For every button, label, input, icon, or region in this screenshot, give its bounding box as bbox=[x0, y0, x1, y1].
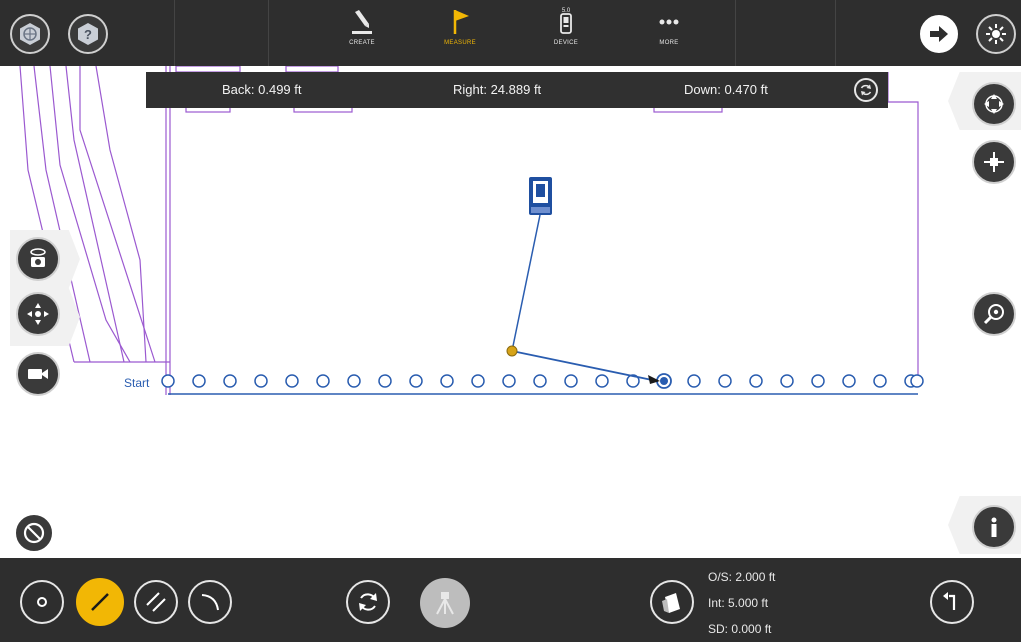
camera-button[interactable] bbox=[16, 237, 60, 281]
arc-icon bbox=[201, 594, 219, 611]
boundary-lines bbox=[19, 66, 919, 395]
return-arrow-icon bbox=[943, 592, 956, 610]
pencil-icon bbox=[352, 10, 372, 34]
stake-distance-value: SD: 0.000 ft bbox=[708, 622, 772, 636]
instrument-line bbox=[511, 214, 541, 352]
move-arrows-icon bbox=[984, 94, 1004, 114]
info-button[interactable] bbox=[972, 505, 1016, 549]
return-button[interactable] bbox=[930, 580, 974, 624]
refresh-icon bbox=[860, 84, 872, 96]
selected-station-dot bbox=[660, 377, 668, 385]
pan-button[interactable] bbox=[16, 292, 60, 336]
nav-more-label: MORE bbox=[659, 40, 679, 46]
offset-os-value: O/S: 2.000 ft bbox=[708, 570, 776, 584]
globe-icon bbox=[20, 23, 40, 45]
map-canvas[interactable] bbox=[0, 66, 1021, 558]
svg-text:?: ? bbox=[84, 27, 92, 42]
divider bbox=[174, 0, 175, 66]
info-icon bbox=[991, 517, 997, 537]
instrument-view-button[interactable] bbox=[420, 578, 470, 628]
globe-button[interactable] bbox=[10, 14, 50, 54]
arrow-right-icon bbox=[930, 26, 948, 42]
current-position-marker bbox=[506, 345, 518, 357]
offset-settings-button[interactable] bbox=[650, 580, 694, 624]
nav-device[interactable]: 5.0 DEVICE bbox=[531, 6, 601, 62]
nav-create-label: CREATE bbox=[349, 40, 375, 46]
point-mode-button[interactable] bbox=[20, 580, 64, 624]
prohibited-icon bbox=[23, 522, 45, 544]
zoom-button[interactable] bbox=[972, 292, 1016, 336]
help-icon: ? bbox=[78, 23, 98, 45]
offset-down: Down: 0.470 ft bbox=[684, 82, 768, 97]
top-toolbar: ? CREATE MEASURE 5.0 DEVICE MORE bbox=[0, 0, 1021, 66]
refresh-offset-button[interactable] bbox=[854, 78, 878, 102]
navigation-line bbox=[511, 350, 653, 381]
parallel-line-mode-button[interactable] bbox=[134, 580, 178, 624]
start-label: Start bbox=[124, 376, 150, 390]
brightness-button[interactable] bbox=[976, 14, 1016, 54]
nav-device-label: DEVICE bbox=[553, 40, 579, 46]
offset-back: Back: 0.499 ft bbox=[222, 82, 302, 97]
forward-button[interactable] bbox=[920, 15, 958, 53]
more-dots-icon bbox=[659, 19, 679, 25]
parallel-lines-icon bbox=[146, 592, 166, 612]
total-station-icon: 5.0 bbox=[560, 8, 572, 34]
tripod-icon bbox=[436, 592, 454, 615]
line-icon bbox=[91, 593, 109, 611]
document-icon bbox=[662, 593, 680, 613]
point-icon bbox=[37, 597, 47, 607]
move-button[interactable] bbox=[972, 82, 1016, 126]
interval-value: Int: 5.000 ft bbox=[708, 596, 769, 610]
help-button[interactable]: ? bbox=[68, 14, 108, 54]
flag-icon bbox=[453, 10, 469, 34]
video-camera-icon bbox=[28, 369, 48, 379]
sync-button[interactable] bbox=[346, 580, 390, 624]
line-mode-button[interactable] bbox=[76, 578, 124, 626]
station-points[interactable] bbox=[161, 374, 924, 388]
offset-bar: Back: 0.499 ft Right: 24.889 ft Down: 0.… bbox=[146, 72, 888, 108]
divider bbox=[735, 0, 736, 66]
sun-icon bbox=[986, 24, 1006, 44]
cancel-button[interactable] bbox=[14, 513, 54, 553]
video-button[interactable] bbox=[16, 352, 60, 396]
divider bbox=[835, 0, 836, 66]
arc-mode-button[interactable] bbox=[188, 580, 232, 624]
instrument-icon[interactable] bbox=[529, 177, 552, 215]
sync-icon bbox=[359, 593, 377, 611]
divider bbox=[268, 0, 269, 66]
center-button[interactable] bbox=[972, 140, 1016, 184]
magnifier-icon bbox=[983, 304, 1004, 325]
bottom-toolbar: O/S: 2.000 ft Int: 5.000 ft SD: 0.000 ft bbox=[0, 558, 1021, 642]
nav-create[interactable]: CREATE bbox=[327, 6, 397, 62]
camera-icon bbox=[30, 248, 46, 267]
nav-measure-label: MEASURE bbox=[444, 40, 476, 46]
offset-right: Right: 24.889 ft bbox=[453, 82, 542, 97]
nav-measure[interactable]: MEASURE bbox=[425, 6, 495, 62]
pan-arrows-icon bbox=[27, 303, 49, 325]
nav-more[interactable]: MORE bbox=[634, 6, 704, 62]
crosshair-icon bbox=[984, 152, 1004, 172]
